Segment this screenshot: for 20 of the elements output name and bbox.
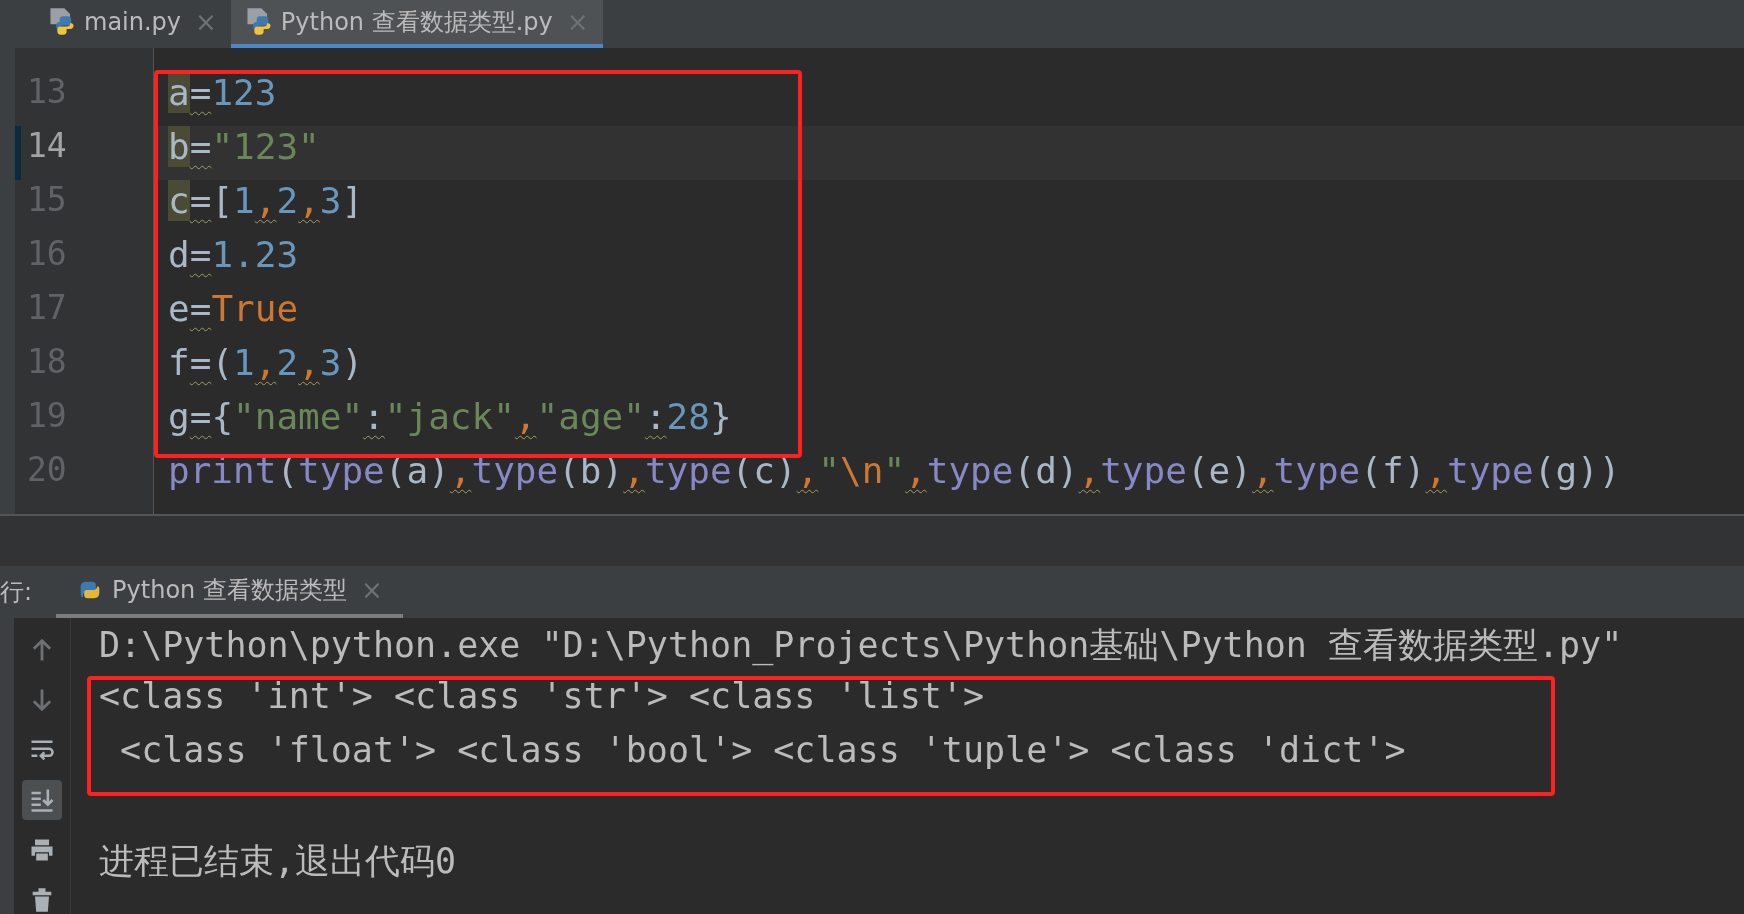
code-line: f=(1,2,3) [167, 342, 365, 385]
close-icon[interactable]: × [360, 575, 383, 605]
code-line: a=123 [167, 72, 278, 115]
console-line: <class 'float'> <class 'bool'> <class 'tuple'> <class 'dict'> [119, 730, 1407, 772]
run-tab[interactable]: Python 查看数据类型 × [56, 566, 403, 618]
python-file-icon [244, 7, 273, 37]
console-line: <class 'int'> <class 'str'> <class 'list'> [99, 676, 985, 718]
editor-tab[interactable]: main.py × [34, 0, 231, 48]
panel-label: 行: [0, 577, 33, 608]
close-icon[interactable]: × [195, 7, 217, 37]
code-line: g={"name":"jack","age":28} [167, 396, 733, 439]
line-number: 14 [15, 126, 153, 180]
console-line: 进程已结束,退出代码0 [99, 840, 458, 883]
code-line: c=[1,2,3] [167, 180, 365, 223]
code-line: d=1.23 [167, 234, 300, 277]
code-line: e=True [167, 288, 300, 331]
scroll-end-icon[interactable] [22, 780, 62, 820]
console-line: D:\Python\python.exe "D:\Python_Projects\Python基础\Python 查看数据类型.py" [99, 624, 1624, 668]
editor-tab[interactable]: Python 查看数据类型.py × [230, 0, 603, 48]
python-file-icon [48, 7, 76, 37]
